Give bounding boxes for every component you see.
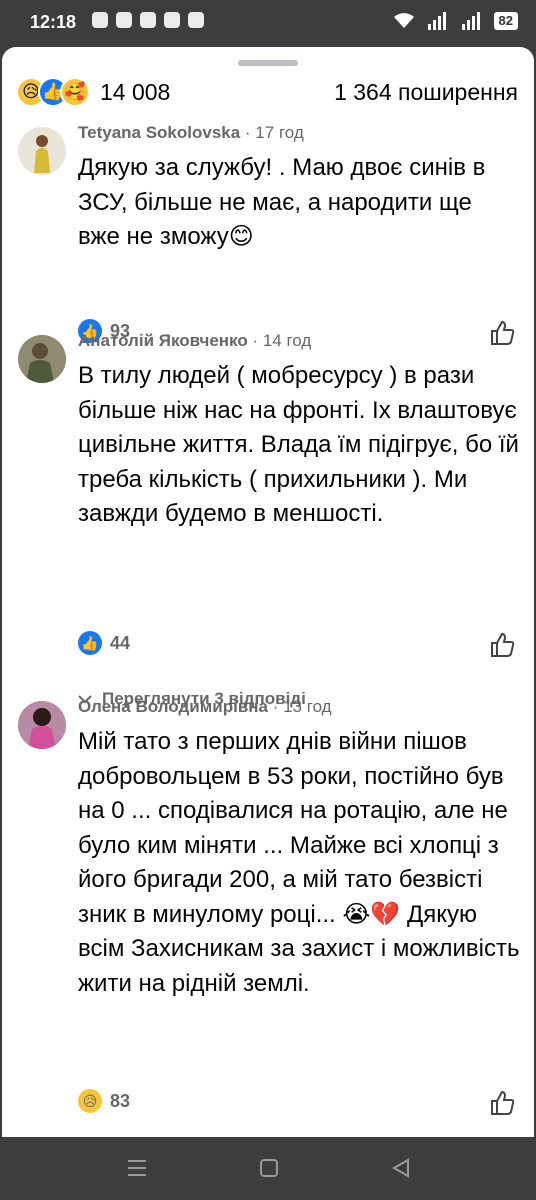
like-button-icon[interactable] xyxy=(488,1089,516,1117)
care-reaction-icon: 🥰 xyxy=(60,77,90,107)
messenger-icon xyxy=(116,12,132,28)
comment: Анатолій Яковченко · 14 год В тилу людей… xyxy=(2,331,534,711)
comment-author[interactable]: Tetyana Sokolovska · 17 год xyxy=(78,123,304,143)
status-time: 12:18 xyxy=(30,12,77,32)
recents-icon[interactable] xyxy=(126,1157,148,1179)
comment-text: В тилу людей ( мобресурсу ) в рази більш… xyxy=(78,362,519,527)
notification-icons xyxy=(92,12,204,28)
reaction-count: 14 008 xyxy=(100,78,171,105)
battery-icon: 82 xyxy=(493,12,518,30)
wifi-icon xyxy=(393,13,414,28)
system-nav-bar xyxy=(0,1137,536,1200)
like-button-icon[interactable] xyxy=(488,631,516,659)
like-reaction-icon: 👍 xyxy=(78,631,102,655)
avatar[interactable] xyxy=(18,701,66,749)
comments-sheet: 😥 👍 🥰 14 008 1 364 поширення Tetyana Sok… xyxy=(2,47,534,1137)
comment-reactions[interactable]: 👍 44 xyxy=(78,631,130,655)
status-right: 82 xyxy=(392,12,518,30)
status-bar: 12:18 82 xyxy=(0,0,536,46)
reaction-summary: 😥 👍 🥰 14 008 1 364 поширення xyxy=(16,77,518,107)
avatar[interactable] xyxy=(18,127,66,175)
comment-author[interactable]: Анатолій Яковченко · 14 год xyxy=(78,331,311,351)
back-icon[interactable] xyxy=(390,1157,412,1179)
shares-count[interactable]: 1 364 поширення xyxy=(334,79,518,106)
comment: Tetyana Sokolovska · 17 год Дякую за слу… xyxy=(2,123,534,363)
facebook-icon xyxy=(140,12,156,28)
author-name[interactable]: Олена Володимирівна xyxy=(78,697,268,716)
signal-icon-2 xyxy=(461,12,480,30)
comment-time: · 14 год xyxy=(247,331,312,350)
comment-reaction-count: 83 xyxy=(110,1090,131,1111)
author-name[interactable]: Анатолій Яковченко xyxy=(78,331,248,350)
comment-text: Дякую за службу! . Маю двоє синів в ЗСУ,… xyxy=(78,154,486,250)
author-name[interactable]: Tetyana Sokolovska xyxy=(78,123,240,142)
comment-time: · 13 год xyxy=(268,697,332,716)
comment-reactions[interactable]: 😥 83 xyxy=(78,1089,130,1113)
comment: Олена Володимирівна · 13 год Мій тато з … xyxy=(2,697,534,1127)
comment-author[interactable]: Олена Володимирівна · 13 год xyxy=(78,697,332,717)
comment-text: Мій тато з перших днів війни пішов добро… xyxy=(78,728,520,997)
sheet-grabber[interactable] xyxy=(238,60,298,66)
viber-icon xyxy=(164,12,180,28)
reactions-total[interactable]: 😥 👍 🥰 14 008 xyxy=(16,77,170,107)
signal-icon xyxy=(427,12,446,30)
telegram-icon xyxy=(92,12,108,28)
reaction-icons: 😥 👍 🥰 xyxy=(16,77,90,107)
calendar-icon xyxy=(188,12,204,28)
sad-reaction-icon: 😥 xyxy=(78,1089,102,1113)
comment-reaction-count: 44 xyxy=(110,632,131,653)
comment-time: · 17 год xyxy=(240,123,304,142)
avatar[interactable] xyxy=(18,335,66,383)
home-icon[interactable] xyxy=(258,1157,280,1179)
